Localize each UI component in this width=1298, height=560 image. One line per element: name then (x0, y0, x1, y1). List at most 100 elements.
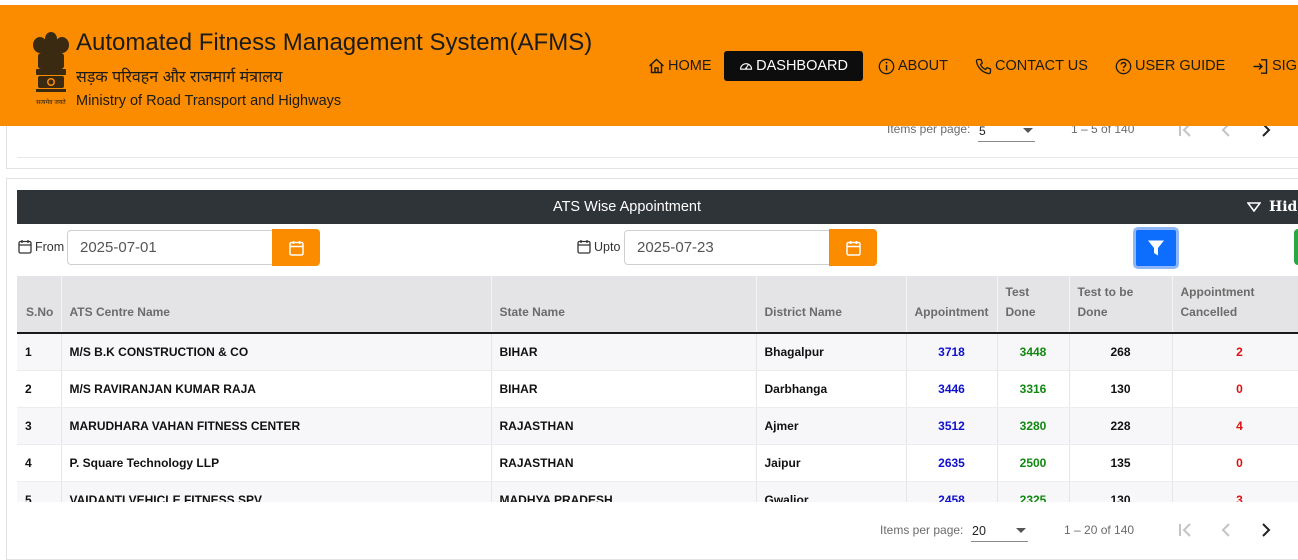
export-button[interactable] (1294, 229, 1298, 265)
nav-dashboard[interactable]: DASHBOARD (724, 51, 863, 81)
column-header-district-name[interactable]: District Name (756, 276, 907, 334)
table-header-row: S.No ATS Centre Name State Name District… (17, 276, 1298, 334)
column-header-ats-centre-name[interactable]: ATS Centre Name (61, 276, 492, 334)
upto-date-label: Upto (577, 239, 620, 254)
cell-ats-centre-name: M/S B.K CONSTRUCTION & CO (61, 333, 492, 371)
column-header-line: Done (1005, 305, 1036, 319)
nav-home-label: HOME (668, 58, 712, 74)
column-header-test-to-be-done[interactable]: Test to be Done (1069, 276, 1173, 334)
cell-appointment-cancelled: 0 (1172, 444, 1298, 482)
first-page-icon[interactable] (1177, 521, 1195, 539)
cell-state-name: RAJASTHAN (491, 407, 757, 445)
dropdown-arrow-icon (1023, 128, 1033, 133)
nav-sign-in[interactable]: SIGN (1252, 51, 1298, 81)
cell-district-name: Darbhanga (756, 370, 907, 408)
main-nav: HOME DASHBOARD ABOUT CONTACT US USER GUI… (0, 51, 1298, 81)
cell-state-name: BIHAR (491, 370, 757, 408)
items-per-page-value: 20 (972, 523, 986, 538)
upto-label-text: Upto (594, 239, 621, 254)
speedometer-icon (740, 63, 753, 70)
cell-district-name: Gwalior (756, 481, 907, 502)
cell-appointment: 3512 (906, 407, 998, 445)
nav-about[interactable]: ABOUT (878, 51, 948, 81)
from-date-picker-button[interactable] (272, 229, 320, 266)
table-row: 1 M/S B.K CONSTRUCTION & CO BIHAR Bhagal… (17, 333, 1298, 371)
cell-ats-centre-name: M/S RAVIRANJAN KUMAR RAJA (61, 370, 492, 408)
nav-sign-in-label: SIGN (1272, 58, 1298, 74)
cell-test-done: 2500 (997, 444, 1070, 482)
from-date-input[interactable] (67, 230, 272, 265)
section-title: ATS Wise Appointment (552, 199, 702, 215)
table-row: 2 M/S RAVIRANJAN KUMAR RAJA BIHAR Darbha… (17, 370, 1298, 408)
info-icon (878, 58, 895, 74)
cell-test-done: 3280 (997, 407, 1070, 445)
cell-appointment-cancelled: 4 (1172, 407, 1298, 445)
cell-ats-centre-name: P. Square Technology LLP (61, 444, 492, 482)
hide-filter-toggle[interactable]: Hide F (1247, 190, 1298, 224)
column-header-line: Test (1005, 285, 1030, 299)
cell-test-to-be-done: 135 (1069, 444, 1173, 482)
cell-appointment: 2635 (906, 444, 998, 482)
upto-date-input[interactable] (624, 230, 829, 265)
items-per-page-select[interactable]: 20 (971, 520, 1028, 542)
column-header-appointment[interactable]: Appointment (906, 276, 998, 334)
nav-home[interactable]: HOME (648, 51, 712, 81)
calendar-icon (18, 240, 32, 254)
cell-district-name: Jaipur (756, 444, 907, 482)
range-label: 1 – 20 of 140 (1064, 523, 1135, 537)
column-header-state-name[interactable]: State Name (491, 276, 757, 334)
svg-text:सत्यमेव जयते: सत्यमेव जयते (36, 98, 66, 106)
cell-sno: 5 (17, 481, 62, 502)
cell-appointment-cancelled: 3 (1172, 481, 1298, 502)
cell-state-name: RAJASTHAN (491, 444, 757, 482)
cell-test-done: 3448 (997, 333, 1070, 371)
cell-sno: 4 (17, 444, 62, 482)
nav-user-guide[interactable]: USER GUIDE (1115, 51, 1225, 81)
column-header-line: Done (1077, 305, 1108, 319)
hide-filter-label: Hide F (1269, 199, 1298, 215)
column-header-sno[interactable]: S.No (17, 276, 62, 334)
cell-appointment-cancelled: 2 (1172, 333, 1298, 371)
column-header-test-done[interactable]: Test Done (997, 276, 1070, 334)
cell-district-name: Ajmer (756, 407, 907, 445)
cell-sno: 2 (17, 370, 62, 408)
dropdown-arrow-icon (1016, 528, 1026, 533)
cell-ats-centre-name: VAIDANTI VEHICLE FITNESS SPV (61, 481, 492, 502)
question-icon (1115, 58, 1132, 74)
cell-appointment-cancelled: 0 (1172, 370, 1298, 408)
cell-state-name: MADHYA PRADESH (491, 481, 757, 502)
nav-about-label: ABOUT (898, 58, 948, 74)
cell-test-to-be-done: 268 (1069, 333, 1173, 371)
cell-test-done: 2325 (997, 481, 1070, 502)
upto-date-picker-button[interactable] (829, 229, 877, 266)
cell-test-done: 3316 (997, 370, 1070, 408)
prev-page-icon[interactable] (1218, 521, 1234, 539)
sign-in-icon (1253, 58, 1268, 74)
apply-filter-button[interactable] (1133, 227, 1179, 269)
cell-sno: 1 (17, 333, 62, 371)
column-header-line: Appointment (1180, 285, 1255, 299)
calendar-icon (845, 240, 861, 256)
site-header: सत्यमेव जयते Automated Fitness Managemen… (0, 5, 1298, 126)
filter-icon (1148, 240, 1164, 256)
cell-sno: 3 (17, 407, 62, 445)
column-header-appointment-cancelled[interactable]: Appointment Cancelled (1172, 276, 1298, 334)
column-header-line: Test to be (1077, 285, 1134, 299)
cell-appointment: 2458 (906, 481, 998, 502)
cell-appointment: 3718 (906, 333, 998, 371)
next-page-icon[interactable] (1258, 521, 1274, 539)
section-header-bar: ATS Wise Appointment Hide F (17, 190, 1298, 224)
cell-appointment: 3446 (906, 370, 998, 408)
phone-icon (975, 58, 992, 74)
nav-dashboard-label: DASHBOARD (756, 58, 848, 74)
ats-appointment-table: S.No ATS Centre Name State Name District… (17, 276, 1298, 502)
cell-test-to-be-done: 130 (1069, 481, 1173, 502)
home-icon (649, 58, 664, 74)
table-row: 4 P. Square Technology LLP RAJASTHAN Jai… (17, 444, 1298, 482)
nav-contact-us-label: CONTACT US (995, 58, 1088, 74)
cell-test-to-be-done: 228 (1069, 407, 1173, 445)
column-header-line: Cancelled (1180, 305, 1238, 319)
nav-user-guide-label: USER GUIDE (1135, 58, 1226, 74)
nav-contact-us[interactable]: CONTACT US (975, 51, 1088, 81)
cell-ats-centre-name: MARUDHARA VAHAN FITNESS CENTER (61, 407, 492, 445)
